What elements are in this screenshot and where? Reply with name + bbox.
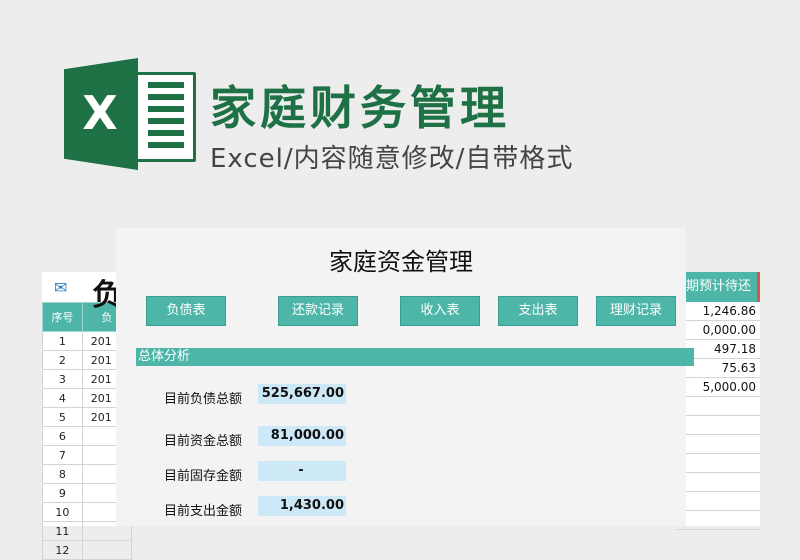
- list-item: [676, 511, 760, 530]
- income-table-button[interactable]: 收入表: [400, 296, 480, 326]
- banner-subtitle: Excel/内容随意修改/自带格式: [210, 144, 574, 174]
- mail-icon: ✉: [54, 278, 68, 297]
- fund-management-panel: 家庭资金管理 负债表 还款记录 收入表 支出表 理财记录 总体分析 目前负债总额…: [116, 228, 694, 526]
- total-expense-label: 目前支出金额: [163, 504, 242, 519]
- overall-analysis-header: 总体分析: [136, 348, 694, 366]
- fixed-deposit-label: 目前固存金额: [163, 469, 242, 484]
- finance-record-button[interactable]: 理财记录: [596, 296, 676, 326]
- total-funds-label: 目前资金总额: [163, 434, 242, 449]
- total-expense-value: 1,430.00: [258, 496, 346, 516]
- total-debt-value: 525,667.00: [258, 384, 346, 404]
- list-item: [676, 473, 760, 492]
- list-item: 0,000.00: [676, 321, 760, 340]
- table-row: 12: [42, 540, 133, 560]
- list-item: [676, 454, 760, 473]
- excel-logo-icon: X: [64, 58, 196, 170]
- debt-table-button[interactable]: 负债表: [146, 296, 226, 326]
- list-item: 5,000.00: [676, 378, 760, 397]
- total-funds-value: 81,000.00: [258, 426, 346, 446]
- repayment-column-header: 期预计待还: [676, 272, 760, 302]
- repayment-record-button[interactable]: 还款记录: [278, 296, 358, 326]
- list-item: 1,246.86: [676, 302, 760, 321]
- promo-banner: X 家庭财务管理 Excel/内容随意修改/自带格式: [0, 0, 800, 210]
- list-item: [676, 416, 760, 435]
- expense-table-button[interactable]: 支出表: [498, 296, 578, 326]
- excel-logo-letter: X: [82, 86, 118, 140]
- total-debt-label: 目前负债总额: [163, 392, 242, 407]
- fixed-deposit-value: -: [258, 461, 346, 481]
- column-header-index: 序号: [42, 302, 83, 332]
- banner-title: 家庭财务管理: [210, 81, 510, 135]
- panel-title: 家庭资金管理: [329, 248, 473, 276]
- repayment-sheet-preview: 期预计待还 1,246.86 0,000.00 497.18 75.63 5,0…: [676, 272, 760, 530]
- list-item: [676, 492, 760, 511]
- list-item: [676, 435, 760, 454]
- list-item: [676, 397, 760, 416]
